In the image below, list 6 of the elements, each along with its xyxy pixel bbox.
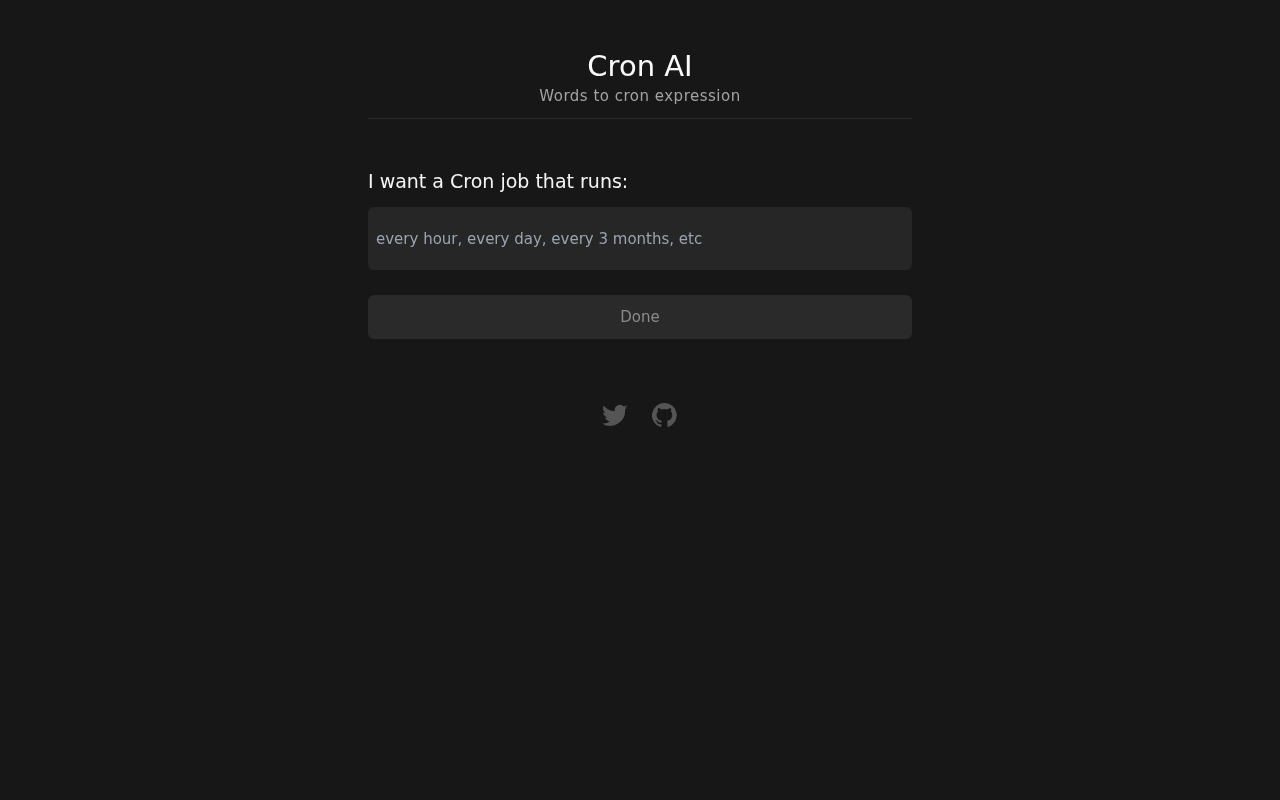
app-subtitle: Words to cron expression (539, 86, 741, 106)
app-title: Cron AI (587, 48, 693, 85)
cat-icon[interactable] (652, 403, 678, 427)
schedule-input-field[interactable]: every hour, every day, every 3 months, etc (368, 207, 912, 270)
bird-icon[interactable] (602, 403, 628, 427)
field-label: I want a Cron job that runs: (368, 169, 630, 193)
